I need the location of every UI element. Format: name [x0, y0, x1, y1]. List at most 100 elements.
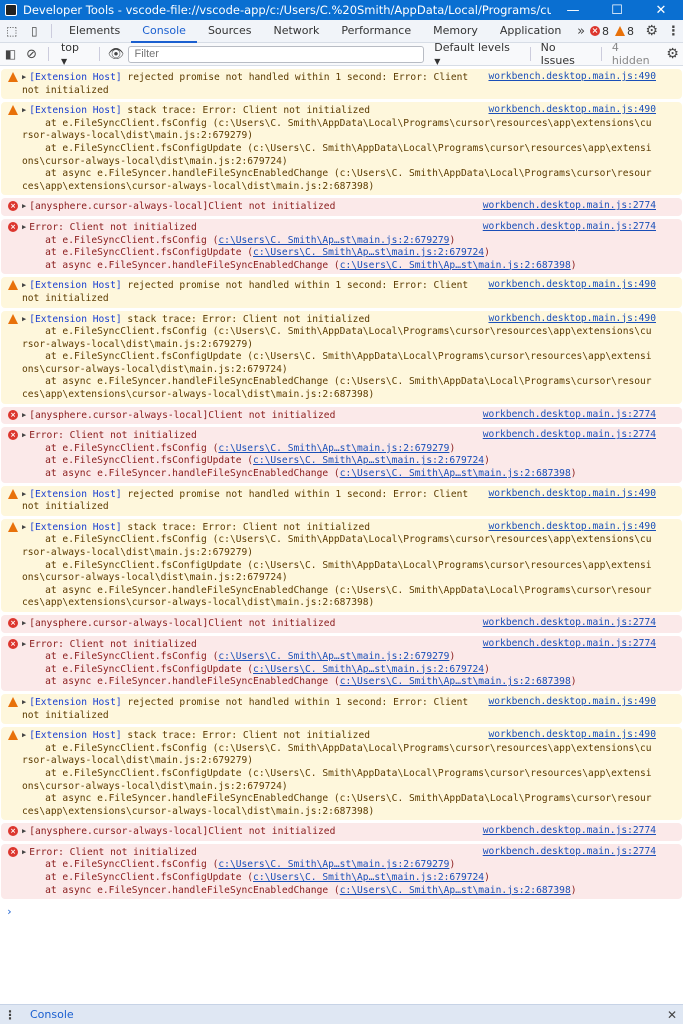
source-link[interactable]: workbench.desktop.main.js:2774	[483, 638, 656, 651]
expand-arrow-icon[interactable]: ▶	[22, 313, 26, 326]
expand-arrow-icon[interactable]: ▶	[22, 617, 26, 630]
context-label: top	[60, 41, 80, 54]
drawer-menu-icon[interactable]: ⋮	[0, 1008, 20, 1022]
drawer-tab-console[interactable]: Console	[20, 1008, 84, 1021]
message-text: stack trace: Error: Client not initializ…	[22, 521, 652, 609]
error-message[interactable]: × workbench.desktop.main.js:2774 ▶ Error: C…	[1, 218, 682, 275]
expand-arrow-icon[interactable]: ▶	[22, 696, 26, 709]
warning-message[interactable]: workbench.desktop.main.js:490 ▶ [Extension…	[1, 485, 682, 516]
warning-message[interactable]: workbench.desktop.main.js:490 ▶ [Extension…	[1, 102, 682, 196]
source-link[interactable]: workbench.desktop.main.js:2774	[483, 221, 656, 234]
error-message[interactable]: × workbench.desktop.main.js:2774 ▶ Error: C…	[1, 427, 682, 483]
expand-arrow-icon[interactable]: ▶	[22, 71, 26, 84]
log-levels-dropdown[interactable]: Default levels ▼	[424, 41, 523, 67]
tab-elements[interactable]: Elements	[58, 20, 131, 43]
expand-arrow-icon[interactable]: ▶	[22, 409, 26, 422]
warning-message[interactable]: workbench.desktop.main.js:490 ▶ [Extension…	[1, 693, 682, 725]
stack-frame-link[interactable]: c:\Users\C. Smith\Ap…st\main.js:2:679279	[218, 443, 449, 454]
expand-arrow-icon[interactable]: ▶	[22, 200, 26, 213]
stack-frame-function: at e.FileSyncClient.fsConfig (	[22, 442, 219, 454]
stack-frame-link[interactable]: c:\Users\C. Smith\Ap…st\main.js:2:687398	[340, 468, 571, 479]
expand-arrow-icon[interactable]: ▶	[22, 825, 26, 838]
error-message[interactable]: × workbench.desktop.main.js:2774 ▶ Error: C…	[1, 843, 682, 900]
stack-frame-link[interactable]: c:\Users\C. Smith\Ap…st\main.js:2:679279	[218, 859, 449, 870]
warning-message[interactable]: workbench.desktop.main.js:490 ▶ [Extension…	[1, 310, 682, 404]
stack-frame-link[interactable]: c:\Users\C. Smith\Ap…st\main.js:2:687398	[340, 676, 571, 687]
warning-icon	[8, 521, 18, 532]
warning-icon	[8, 105, 18, 116]
message-tag: [Extension Host]	[29, 105, 122, 117]
sidebar-toggle-icon[interactable]: ◧	[0, 47, 21, 61]
maximize-button[interactable]: ☐	[595, 3, 639, 18]
error-message[interactable]: × workbench.desktop.main.js:2774 ▶ [anysphe…	[1, 614, 682, 633]
tab-console[interactable]: Console	[131, 20, 197, 43]
error-message[interactable]: × workbench.desktop.main.js:2774 ▶ [anysphe…	[1, 406, 682, 425]
settings-gear-icon[interactable]: ⚙	[640, 23, 663, 39]
error-count-badge[interactable]: × 8	[589, 25, 609, 38]
source-link[interactable]: workbench.desktop.main.js:490	[488, 729, 656, 742]
stack-frame-link[interactable]: c:\Users\C. Smith\Ap…st\main.js:2:679724	[253, 247, 484, 258]
tab-network[interactable]: Network	[262, 20, 330, 43]
source-link[interactable]: workbench.desktop.main.js:490	[488, 71, 656, 84]
stack-frame-link[interactable]: c:\Users\C. Smith\Ap…st\main.js:2:679724	[253, 455, 484, 466]
tab-memory[interactable]: Memory	[422, 20, 489, 43]
warning-message[interactable]: workbench.desktop.main.js:490 ▶ [Extension…	[1, 277, 682, 308]
more-options-icon[interactable]: ⋮	[663, 24, 683, 39]
error-message[interactable]: × workbench.desktop.main.js:2774 ▶ [anysphe…	[1, 823, 682, 841]
expand-arrow-icon[interactable]: ▶	[22, 729, 26, 742]
source-link[interactable]: workbench.desktop.main.js:490	[488, 696, 656, 709]
source-link[interactable]: workbench.desktop.main.js:2774	[483, 429, 656, 442]
expand-arrow-icon[interactable]: ▶	[22, 521, 26, 534]
source-link[interactable]: workbench.desktop.main.js:2774	[483, 825, 656, 838]
expand-arrow-icon[interactable]: ▶	[22, 429, 26, 442]
expand-arrow-icon[interactable]: ▶	[22, 221, 26, 234]
live-expression-eye-icon[interactable]: 👁	[106, 47, 125, 62]
context-selector[interactable]: top ▼	[55, 41, 93, 67]
device-toolbar-icon[interactable]: ▯	[23, 24, 45, 38]
expand-arrow-icon[interactable]: ▶	[22, 279, 26, 292]
clear-console-icon[interactable]: ⊘	[21, 47, 42, 62]
devtools-app-icon	[5, 4, 17, 16]
source-link[interactable]: workbench.desktop.main.js:490	[488, 313, 656, 326]
stack-frame-function: at e.FileSyncClient.fsConfigUpdate (	[22, 872, 254, 884]
expand-arrow-icon[interactable]: ▶	[22, 488, 26, 501]
hidden-count: 4 hidden	[611, 41, 650, 67]
source-link[interactable]: workbench.desktop.main.js:2774	[483, 409, 656, 422]
tab-sources[interactable]: Sources	[197, 20, 263, 43]
stack-frame-link[interactable]: c:\Users\C. Smith\Ap…st\main.js:2:679724	[253, 872, 484, 883]
close-window-button[interactable]: ✕	[639, 3, 683, 18]
close-drawer-icon[interactable]: ✕	[661, 1008, 683, 1022]
warning-message[interactable]: workbench.desktop.main.js:490 ▶ [Extension…	[1, 69, 682, 100]
source-link[interactable]: workbench.desktop.main.js:490	[488, 488, 656, 501]
expand-arrow-icon[interactable]: ▶	[22, 846, 26, 859]
source-link[interactable]: workbench.desktop.main.js:2774	[483, 846, 656, 859]
filter-input[interactable]	[127, 45, 425, 63]
warning-count-badge[interactable]: 8	[614, 25, 634, 38]
warning-message[interactable]: workbench.desktop.main.js:490 ▶ [Extension…	[1, 727, 682, 821]
error-message[interactable]: × workbench.desktop.main.js:2774 ▶ [anysphe…	[1, 198, 682, 216]
console-prompt[interactable]: ›	[0, 902, 683, 923]
tab-application[interactable]: Application	[489, 20, 572, 43]
stack-frame-link[interactable]: c:\Users\C. Smith\Ap…st\main.js:2:687398	[340, 260, 571, 271]
source-link[interactable]: workbench.desktop.main.js:490	[488, 521, 656, 534]
console-settings-gear-icon[interactable]: ⚙	[662, 46, 683, 62]
source-link[interactable]: workbench.desktop.main.js:2774	[483, 200, 656, 213]
source-link[interactable]: workbench.desktop.main.js:2774	[483, 617, 656, 630]
expand-arrow-icon[interactable]: ▶	[22, 638, 26, 651]
stack-frame-link[interactable]: c:\Users\C. Smith\Ap…st\main.js:2:679724	[253, 664, 484, 675]
error-message[interactable]: × workbench.desktop.main.js:2774 ▶ Error: C…	[1, 635, 682, 691]
message-text: stack trace: Error: Client not initializ…	[22, 730, 652, 817]
source-link[interactable]: workbench.desktop.main.js:490	[488, 279, 656, 292]
inspect-element-icon[interactable]: ⬚	[0, 24, 23, 38]
tab-performance[interactable]: Performance	[330, 20, 422, 43]
warning-message[interactable]: workbench.desktop.main.js:490 ▶ [Extension…	[1, 518, 682, 612]
more-tabs-icon[interactable]: »	[572, 24, 590, 39]
stack-frame-link[interactable]: c:\Users\C. Smith\Ap…st\main.js:2:687398	[340, 885, 571, 896]
expand-arrow-icon[interactable]: ▶	[22, 104, 26, 117]
stack-frame-link[interactable]: c:\Users\C. Smith\Ap…st\main.js:2:679279	[218, 235, 449, 246]
stack-frame-link[interactable]: c:\Users\C. Smith\Ap…st\main.js:2:679279	[218, 651, 449, 662]
minimize-button[interactable]: —	[551, 3, 595, 18]
source-link[interactable]: workbench.desktop.main.js:490	[488, 104, 656, 117]
issues-button[interactable]: No Issues	[537, 41, 595, 67]
divider	[51, 24, 52, 38]
